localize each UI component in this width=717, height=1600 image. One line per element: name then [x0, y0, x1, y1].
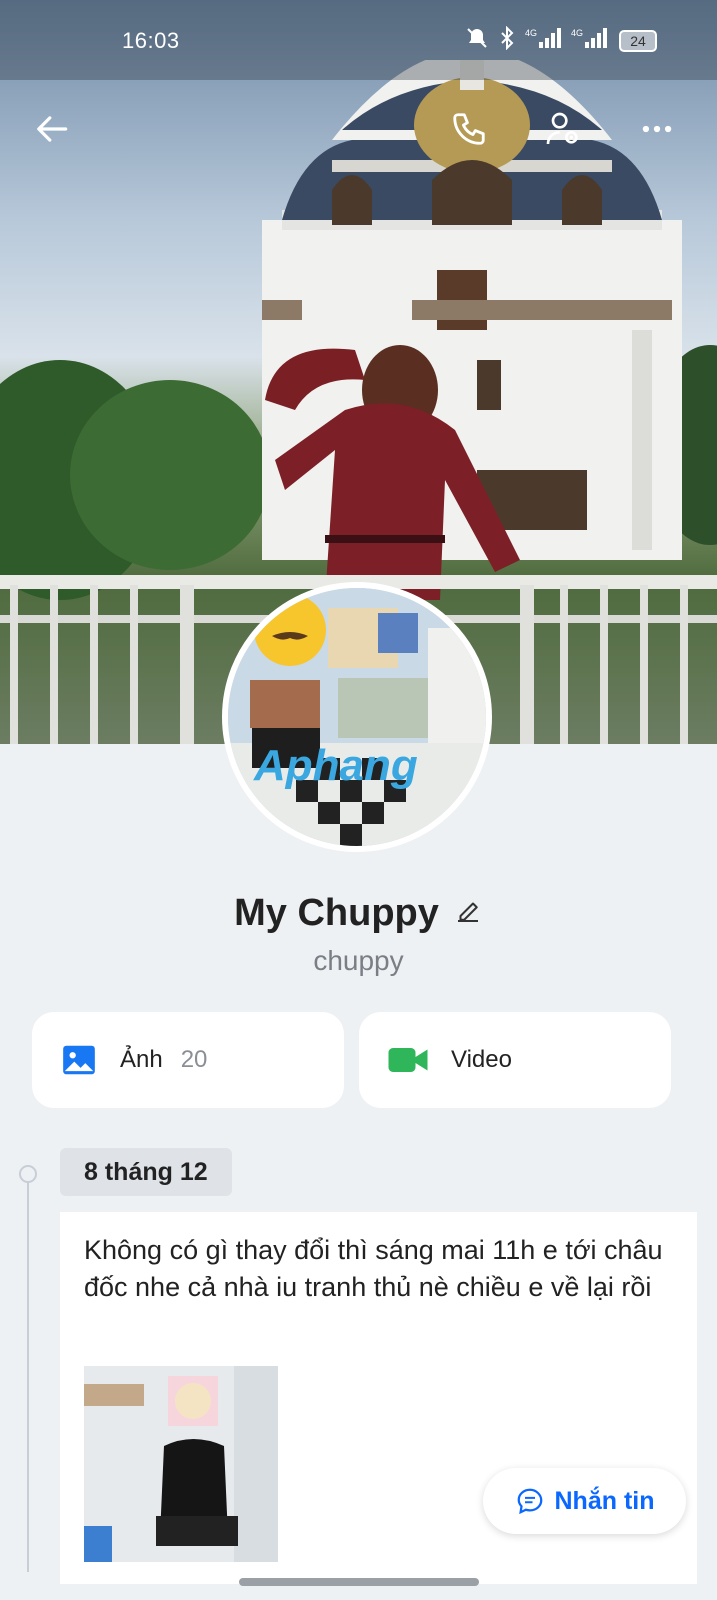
timeline-dot	[19, 1165, 37, 1183]
video-camera-icon	[388, 1048, 428, 1072]
signal-4g-icon-2: 4G	[571, 26, 607, 55]
arrow-left-icon	[37, 116, 68, 142]
home-indicator[interactable]	[239, 1578, 479, 1586]
video-card[interactable]: Video	[359, 1012, 671, 1108]
edit-name-button[interactable]	[453, 896, 483, 931]
battery-indicator: 24	[619, 30, 657, 52]
status-bar: 16:03 4G 4G 24	[0, 0, 717, 80]
post-photo-image	[84, 1366, 278, 1562]
message-button[interactable]: Nhắn tin	[483, 1468, 686, 1534]
post-text: Không có gì thay đổi thì sáng mai 11h e …	[84, 1235, 663, 1302]
call-button[interactable]	[444, 104, 494, 154]
profile-name: My Chuppy	[234, 892, 439, 934]
svg-text:4G: 4G	[525, 28, 537, 38]
bluetooth-icon	[499, 25, 515, 55]
pencil-icon	[457, 902, 478, 922]
post-photo[interactable]	[84, 1366, 278, 1562]
signal-4g-icon: 4G	[525, 26, 561, 55]
avatar-image: Aphang	[228, 588, 486, 846]
svg-text:4G: 4G	[571, 28, 583, 38]
photos-card[interactable]: Ảnh 20	[32, 1012, 344, 1108]
video-label: Video	[451, 1046, 512, 1073]
more-button[interactable]	[632, 104, 682, 154]
chat-bubble-icon	[517, 1488, 542, 1515]
profile-handle: chuppy	[313, 945, 404, 976]
status-time: 16:03	[122, 28, 180, 53]
photo-icon	[63, 1045, 95, 1075]
person-figure	[265, 345, 520, 600]
more-dots-icon	[642, 125, 672, 133]
back-button[interactable]	[28, 104, 78, 154]
user-settings-icon	[546, 112, 578, 145]
bell-off-icon	[465, 26, 489, 55]
photos-label: Ảnh	[120, 1046, 163, 1073]
avatar[interactable]: Aphang	[222, 582, 492, 852]
timeline-date: 8 tháng 12	[60, 1148, 232, 1196]
avatar-watermark: Aphang	[253, 741, 418, 790]
message-button-label: Nhắn tin	[554, 1486, 655, 1515]
tree-left-2	[70, 380, 270, 570]
profile-settings-button[interactable]	[538, 104, 588, 154]
phone-icon	[453, 113, 485, 145]
photos-count: 20	[180, 1046, 208, 1073]
timeline-line	[27, 1172, 29, 1572]
